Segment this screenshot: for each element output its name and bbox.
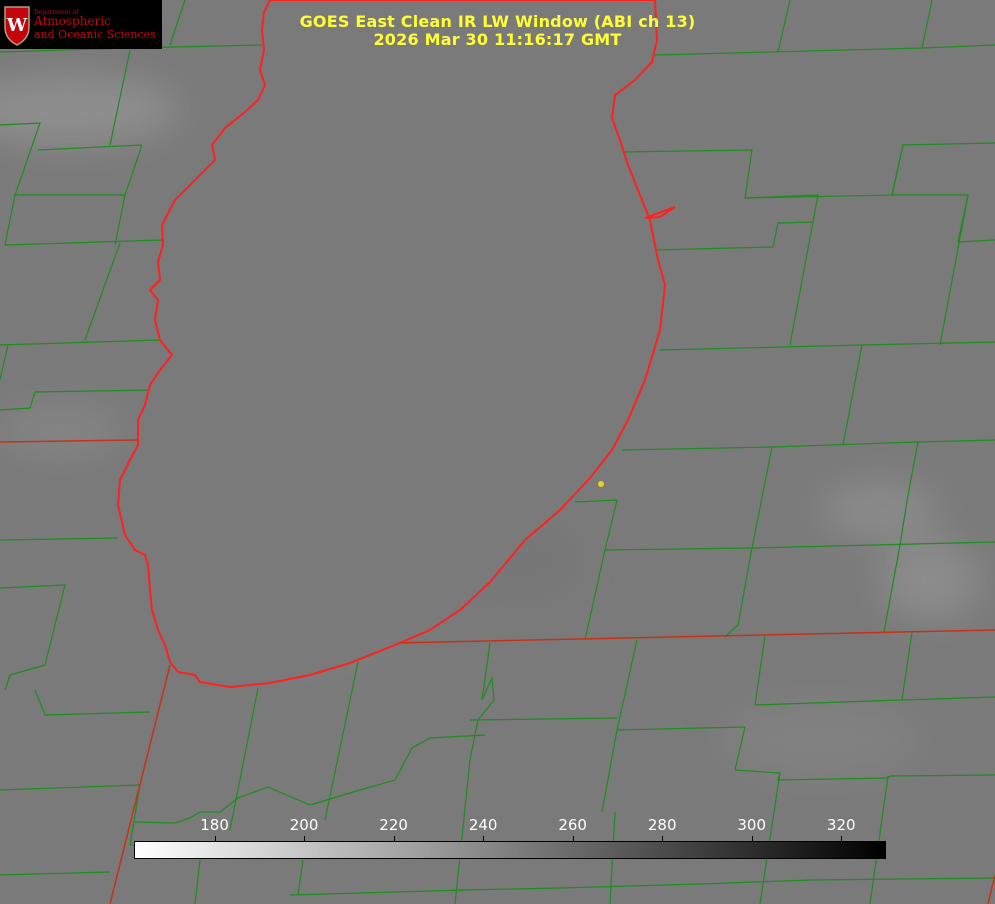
colorbar-tick-label: 260 [558,816,587,834]
colorbar-tick-mark [393,836,395,841]
colorbar-tick-label: 180 [200,816,229,834]
colorbar-tick-mark [214,836,216,841]
colorbar-tick-label: 240 [468,816,498,834]
image-timestamp: 2026 Mar 30 11:16:17 GMT [373,30,622,49]
colorbar-tick-label: 320 [826,816,856,834]
colorbar-tick-mark [304,836,306,841]
satellite-map [0,0,995,904]
colorbar-tick-label: 300 [737,816,767,834]
colorbar-tick-label: 280 [647,816,677,834]
map-stage: W Department of Atmospheric and Oceanic … [0,0,995,904]
colorbar-tick-mark [572,836,574,841]
colorbar-tick-label: 200 [289,816,319,834]
location-dot-icon [598,481,604,487]
colorbar [134,841,886,859]
colorbar-tick-mark [483,836,485,841]
colorbar-tick-label: 220 [379,816,408,834]
colorbar-tick-mark [662,836,664,841]
image-title: GOES East Clean IR LW Window (ABI ch 13) [299,12,696,31]
colorbar-tick-mark [841,836,843,841]
colorbar-tick-mark [751,836,753,841]
